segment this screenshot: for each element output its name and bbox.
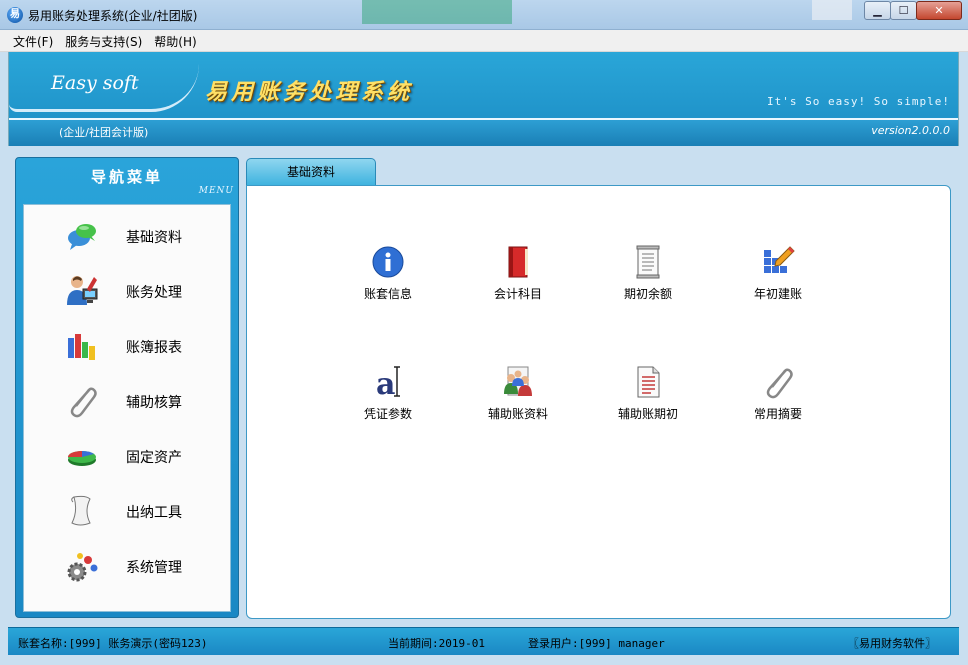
nav-item-label: 辅助核算	[126, 395, 182, 411]
status-bar: 账套名称:[999] 账务演示(密码123) 当前期间:2019-01 登录用户…	[8, 627, 959, 655]
version-label: version2.0.0.0	[871, 124, 950, 137]
title-bar[interactable]: 易 易用账务处理系统(企业/社团版) ▁ ☐ ✕	[0, 0, 968, 30]
year-start-setup-button[interactable]: 年初建账	[723, 244, 833, 324]
function-label: 辅助账资料	[487, 407, 548, 421]
document-scroll-icon	[636, 245, 660, 279]
auxiliary-data-button[interactable]: 辅助账资料	[463, 364, 573, 444]
bar-chart-icon	[68, 334, 95, 360]
nav-list: 基础资料 账务处理 账簿报表 辅助核算 固定资产 出纳工具 系统管理	[23, 204, 231, 612]
function-label: 会计科目	[493, 287, 542, 301]
common-summary-button[interactable]: 常用摘要	[723, 364, 833, 444]
nav-item-basic-data[interactable]: 基础资料	[24, 214, 230, 258]
nav-item-ledger-reports[interactable]: 账簿报表	[24, 324, 230, 368]
window-title: 易用账务处理系统(企业/社团版)	[28, 9, 198, 23]
nav-item-fixed-assets[interactable]: 固定资产	[24, 434, 230, 478]
voucher-params-button[interactable]: a 凭证参数	[333, 364, 443, 444]
nav-item-label: 出纳工具	[126, 505, 182, 521]
text-cursor-icon: a	[376, 366, 400, 400]
nav-item-auxiliary[interactable]: 辅助核算	[24, 379, 230, 423]
nav-item-label: 基础资料	[126, 230, 182, 246]
status-user: 登录用户:[999] manager	[528, 637, 665, 650]
company-logo: Easy soft	[51, 72, 139, 94]
minimize-button[interactable]: ▁	[864, 1, 891, 20]
background-window-ghost	[812, 0, 852, 20]
user-computer-icon	[67, 276, 98, 305]
function-label: 期初余额	[623, 287, 672, 301]
status-account-set: 账套名称:[999] 账务演示(密码123)	[18, 637, 208, 650]
auxiliary-opening-button[interactable]: 辅助账期初	[593, 364, 703, 444]
list-document-icon	[637, 366, 660, 398]
product-name: 易用账务处理系统	[205, 80, 414, 105]
header-banner: Easy soft 易用账务处理系统 It's So easy! So simp…	[8, 52, 959, 146]
paperclip-icon	[70, 387, 97, 418]
menu-help[interactable]: 帮助(H)	[148, 30, 202, 51]
nav-item-label: 固定资产	[126, 450, 182, 466]
scroll-icon	[71, 495, 91, 526]
paperclip-icon	[766, 368, 793, 399]
nav-subtitle: MENU	[198, 186, 234, 196]
tab-basic-data[interactable]: 基础资料	[246, 158, 376, 185]
nav-item-label: 账务处理	[126, 285, 182, 301]
chat-bubbles-icon	[68, 224, 96, 250]
menu-service[interactable]: 服务与支持(S)	[59, 30, 148, 51]
maximize-button[interactable]: ☐	[890, 1, 917, 20]
close-button[interactable]: ✕	[916, 1, 962, 20]
opening-balance-button[interactable]: 期初余额	[593, 244, 703, 324]
nav-item-accounting[interactable]: 账务处理	[24, 269, 230, 313]
info-icon	[372, 246, 404, 278]
nav-item-label: 账簿报表	[126, 340, 182, 356]
nav-panel: 导航菜单 MENU 基础资料 账务处理 账簿报表 辅助核算 固定资产 出纳工具 …	[15, 157, 239, 618]
function-label: 年初建账	[753, 287, 802, 301]
account-set-info-button[interactable]: 账套信息	[333, 244, 443, 324]
function-label: 凭证参数	[363, 407, 412, 421]
background-window-ghost	[362, 0, 512, 24]
people-document-icon	[504, 366, 532, 396]
nav-item-system-admin[interactable]: 系统管理	[24, 544, 230, 588]
status-period: 当前期间:2019-01	[388, 637, 485, 650]
app-icon[interactable]: 易	[7, 7, 23, 23]
accounting-subjects-button[interactable]: 会计科目	[463, 244, 573, 324]
gears-icon	[67, 553, 98, 582]
status-brand: 〖易用财务软件〗	[848, 637, 936, 650]
nav-item-cashier[interactable]: 出纳工具	[24, 489, 230, 533]
nav-title: 导航菜单	[90, 168, 163, 186]
function-label: 辅助账期初	[617, 407, 678, 421]
menu-bar: 文件(F) 服务与支持(S) 帮助(H)	[0, 30, 968, 52]
function-label: 账套信息	[363, 287, 412, 301]
slogan: It's So easy! So simple!	[767, 95, 950, 108]
function-label: 常用摘要	[753, 407, 802, 421]
content-panel: 账套信息 会计科目 期初余额 年初建账 a 凭证参数 辅助账资料 辅助账期初 常…	[246, 185, 951, 619]
menu-file[interactable]: 文件(F)	[7, 30, 59, 51]
blocks-pencil-icon	[764, 246, 795, 273]
edition-label: (企业/社团会计版)	[59, 126, 149, 139]
red-book-icon	[508, 246, 528, 278]
svg-text:a: a	[376, 367, 395, 400]
nav-item-label: 系统管理	[126, 560, 182, 576]
banner-strip	[9, 118, 958, 146]
pie-chart-icon	[68, 451, 96, 466]
